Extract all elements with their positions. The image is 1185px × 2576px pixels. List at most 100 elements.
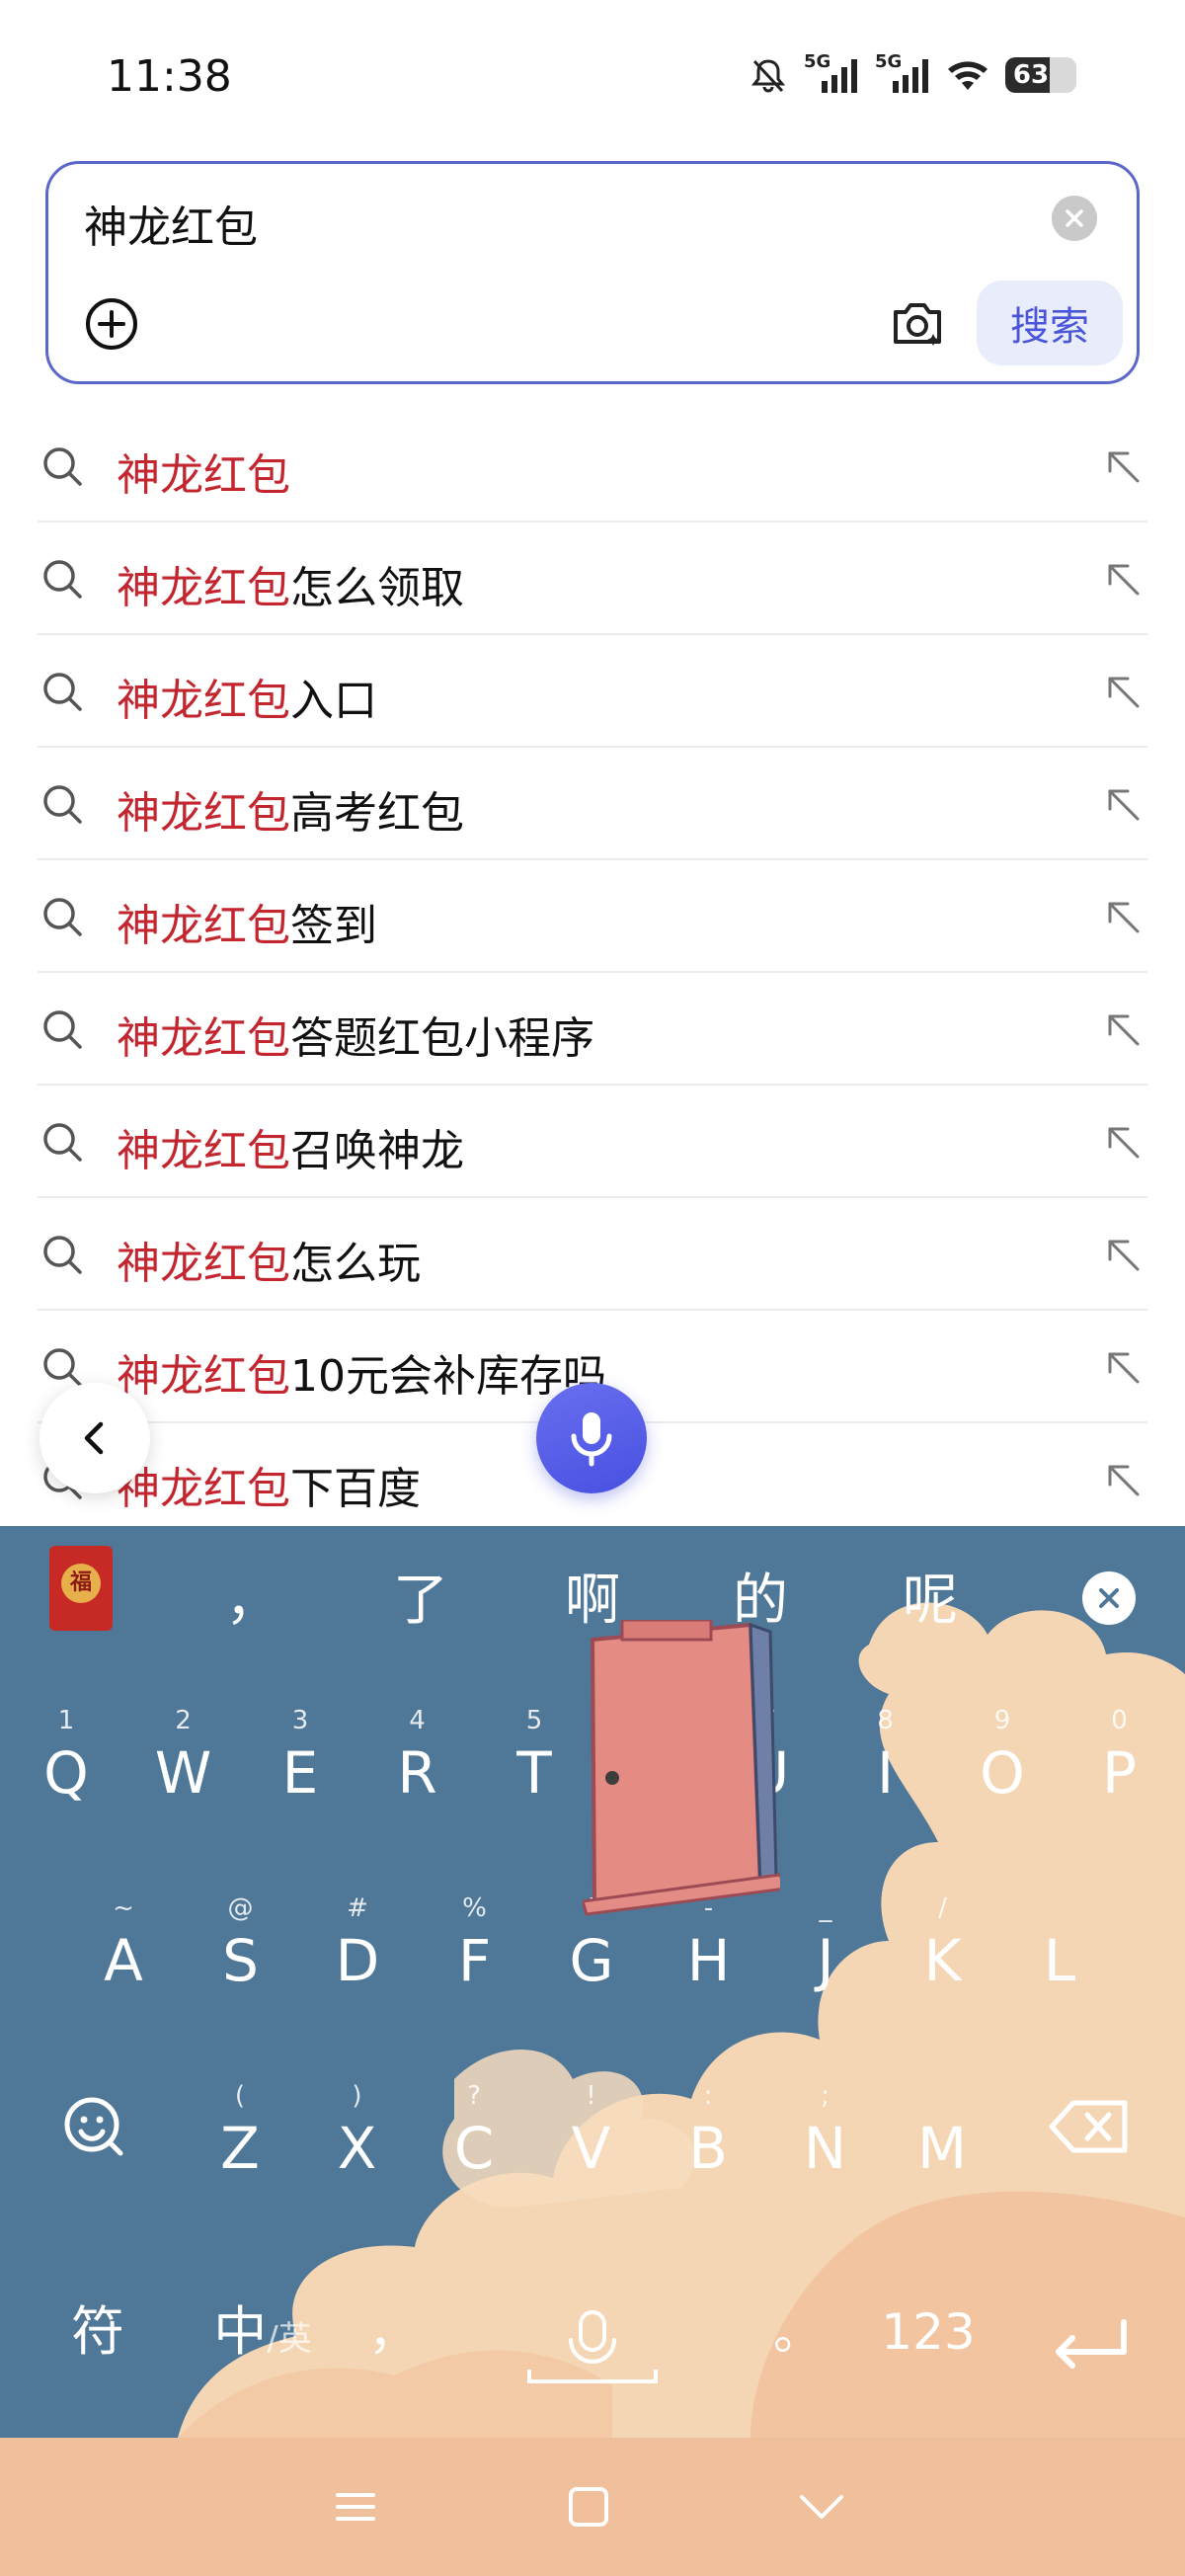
key-t[interactable]: 5T [476,1704,592,1809]
key-x[interactable]: ) X [299,2079,416,2184]
key-f[interactable]: % F [417,1892,533,1996]
suggestion-item[interactable]: 神龙红包入口 [38,635,1147,748]
suggestion-item[interactable]: 神龙红包怎么领取 [38,523,1147,635]
suggestion-item[interactable]: 神龙红包召唤神龙 [38,1086,1147,1198]
key-v[interactable]: ! V [533,2079,650,2184]
space-key[interactable] [514,2298,672,2397]
emoji-key[interactable] [36,2077,152,2176]
key-e[interactable]: 3E [242,1704,358,1809]
suggestion-rest: 怎么玩 [290,1239,421,1289]
suggestion-rest: 怎么领取 [290,563,464,613]
fill-query-arrow-icon[interactable] [1104,1010,1142,1048]
candidate-4[interactable]: 呢 [903,1556,958,1636]
suggestion-item[interactable]: 神龙红包签到 [38,860,1147,973]
suggestion-item[interactable]: 神龙红包答题红包小程序 [38,973,1147,1086]
suggestion-rest: 召唤神龙 [290,1126,464,1176]
candidate-1[interactable]: 了 [393,1556,448,1636]
search-box[interactable]: 神龙红包 搜索 [45,161,1140,384]
key-c[interactable]: ? C [416,2079,532,2184]
period-key[interactable]: 。 [739,2296,857,2368]
backspace-icon [1049,2100,1128,2153]
key-hint: % [462,1893,487,1923]
key-hint: 1 [57,1706,75,1735]
suggestion-rest: 高考红包 [290,788,464,839]
suggestion-rest: 答题红包小程序 [290,1013,594,1064]
key-q[interactable]: 1Q [8,1704,124,1809]
key-hint: : [703,2081,713,2111]
key-hint: _ [819,1893,832,1923]
key-hint: 4 [409,1706,426,1735]
number-key[interactable]: 123 [869,2296,988,2368]
mute-icon [750,59,786,93]
key-i[interactable]: 8I [828,1704,944,1809]
fill-query-arrow-icon[interactable] [1104,673,1142,710]
key-d[interactable]: # D [299,1892,416,1996]
fill-query-arrow-icon[interactable] [1104,898,1142,935]
key-a[interactable]: ~ A [65,1892,182,1996]
key-hint: 0 [1111,1706,1128,1735]
search-button[interactable]: 搜索 [977,281,1123,365]
candidate-0[interactable]: ， [225,1556,280,1636]
chevron-left-icon [84,1421,104,1455]
system-nav-bar [0,2438,1185,2576]
hide-keyboard-nav-button[interactable] [792,2477,851,2536]
battery-icon: 63 [1005,57,1076,93]
key-b[interactable]: :B [650,2079,766,2184]
key-hint: 8 [877,1706,894,1735]
fill-query-arrow-icon[interactable] [1104,1123,1142,1161]
fill-query-arrow-icon[interactable] [1104,785,1142,823]
key-hint [1001,1892,1118,1925]
key-letter: O [980,1739,1025,1807]
key-hint: @ [227,1893,254,1923]
key-hint: 3 [291,1706,309,1735]
home-nav-button[interactable] [559,2477,618,2536]
camera-icon[interactable] [888,294,947,354]
key-s[interactable]: @ S [183,1892,299,1996]
fill-query-arrow-icon[interactable] [1104,1236,1142,1273]
suggestion-highlight: 神龙红包 [117,1013,290,1064]
search-input[interactable]: 神龙红包 [84,192,258,255]
backspace-key[interactable] [1031,2077,1147,2176]
suggestion-item[interactable]: 神龙红包怎么玩 [38,1198,1147,1311]
menu-nav-button[interactable] [326,2477,385,2536]
add-icon[interactable] [84,296,139,352]
voice-search-button[interactable] [536,1383,647,1493]
key-n[interactable]: ; N [767,2079,884,2184]
key-l[interactable]: L [1001,1892,1118,1996]
battery-percent: 63 [1012,60,1050,90]
fill-query-arrow-icon[interactable] [1104,1461,1142,1498]
suggestion-item[interactable]: 神龙红包 [38,410,1147,523]
back-button[interactable] [40,1383,150,1493]
key-k[interactable]: / K [885,1892,1001,1996]
enter-key[interactable] [1031,2306,1149,2385]
red-packet-icon[interactable]: 福 [49,1546,113,1631]
key-m[interactable]: M [884,2079,1000,2184]
signal-1-icon: 5G [804,51,859,95]
fill-query-arrow-icon[interactable] [1104,1348,1142,1386]
close-candidates-button[interactable] [1082,1571,1136,1625]
key-r[interactable]: 4R [359,1704,476,1809]
suggestion-item[interactable]: 神龙红包高考红包 [38,748,1147,860]
key-hint: 2 [175,1706,192,1735]
key-w[interactable]: 2W [125,1704,242,1809]
key-z[interactable]: (Z [182,2079,298,2184]
key-letter: A [104,1927,143,1994]
status-bar: 11:38 5G 5G 63 [0,0,1185,148]
search-icon [43,1236,82,1274]
key-o[interactable]: 9O [944,1704,1061,1809]
comma-key[interactable]: ， [334,2296,452,2368]
language-toggle-key[interactable]: 中/英 [194,2296,332,2375]
lang-key-main: 中 [213,2300,268,2363]
fill-query-arrow-icon[interactable] [1104,560,1142,598]
home-icon [569,2487,608,2527]
key-letter: C [453,2115,495,2182]
signal-2-icon: 5G [875,51,930,95]
symbol-key[interactable]: 符 [40,2296,156,2368]
key-j[interactable]: _ J [767,1892,884,1996]
chevron-down-icon [800,2495,843,2519]
clear-button[interactable] [1052,196,1097,241]
emoji-icon [64,2097,123,2156]
fill-query-arrow-icon[interactable] [1104,447,1142,485]
key-p[interactable]: 0P [1062,1704,1178,1809]
enter-icon [1056,2319,1127,2369]
